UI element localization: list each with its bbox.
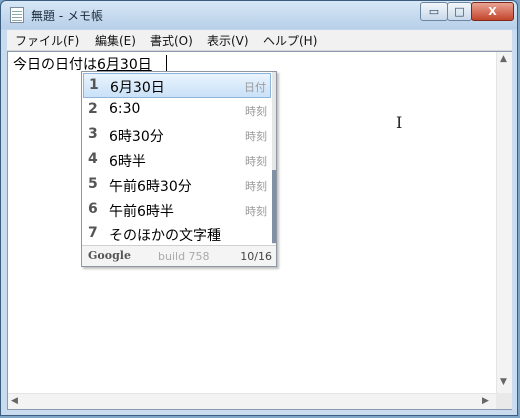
scrollbar-corner (496, 393, 512, 409)
candidate-text: 午前6時半 (109, 204, 174, 220)
candidate-row-2[interactable]: 2 6:30 時刻 (83, 98, 271, 123)
menu-file[interactable]: ファイル(F) (15, 32, 79, 49)
candidate-index: 6 (88, 201, 98, 217)
candidate-index: 3 (88, 126, 98, 142)
vertical-scrollbar[interactable]: ▲ ▼ (496, 52, 512, 393)
menu-bar: ファイル(F) 編集(E) 書式(O) 表示(V) ヘルプ(H) (7, 30, 512, 51)
candidate-row-6[interactable]: 6 午前6時半 時刻 (83, 198, 271, 223)
minimize-button[interactable]: ▭ (420, 2, 448, 21)
candidate-annotation: 時刻 (245, 130, 267, 143)
maximize-button[interactable]: □ (447, 2, 472, 21)
candidate-row-1[interactable]: 1 6月30日 日付 (83, 73, 271, 98)
candidate-row-4[interactable]: 4 6時半 時刻 (83, 148, 271, 173)
ibeam-cursor-icon: I (396, 113, 403, 132)
candidate-position: 10/16 (240, 250, 272, 263)
menu-help[interactable]: ヘルプ(H) (263, 32, 317, 49)
notepad-icon[interactable] (10, 7, 24, 23)
candidate-text: 6時半 (109, 154, 146, 170)
candidate-scrollbar[interactable] (272, 72, 276, 244)
build-label: build 758 (158, 250, 210, 263)
candidate-index: 7 (88, 225, 98, 241)
candidate-row-5[interactable]: 5 午前6時30分 時刻 (83, 173, 271, 198)
title-bar[interactable]: 無題 - メモ帳 ▭ □ X (1, 1, 517, 29)
candidate-index: 5 (88, 176, 98, 192)
scroll-right-arrow-icon[interactable]: ▶ (482, 396, 489, 406)
candidate-text: そのほかの文字種 (109, 228, 221, 244)
candidate-row-3[interactable]: 3 6時30分 時刻 (83, 123, 271, 148)
candidate-row-7[interactable]: 7 そのほかの文字種 (83, 222, 271, 247)
notepad-window: 無題 - メモ帳 ▭ □ X ファイル(F) 編集(E) 書式(O) 表示(V)… (0, 0, 518, 416)
candidate-text: 6月30日 (110, 80, 165, 96)
candidate-index: 4 (88, 151, 98, 167)
text-caret (166, 55, 167, 71)
window-title: 無題 - メモ帳 (31, 9, 103, 23)
candidate-index: 2 (88, 101, 98, 117)
candidate-scroll-thumb[interactable] (272, 170, 276, 243)
close-button[interactable]: X (471, 2, 514, 21)
scroll-down-arrow-icon[interactable]: ▼ (500, 377, 507, 387)
google-logo: Google (88, 249, 131, 262)
candidate-annotation: 時刻 (245, 205, 267, 218)
candidate-text: 6時30分 (109, 129, 164, 145)
candidate-annotation: 時刻 (245, 180, 267, 193)
scroll-up-arrow-icon[interactable]: ▲ (500, 54, 507, 64)
horizontal-scrollbar[interactable]: ◀ ▶ (8, 393, 496, 409)
menu-format[interactable]: 書式(O) (150, 32, 193, 49)
scroll-left-arrow-icon[interactable]: ◀ (11, 396, 18, 406)
candidate-annotation: 時刻 (245, 105, 267, 118)
candidate-text: 6:30 (109, 101, 141, 117)
candidate-annotation: 時刻 (245, 155, 267, 168)
menu-view[interactable]: 表示(V) (207, 32, 249, 49)
menu-edit[interactable]: 編集(E) (95, 32, 136, 49)
candidate-index: 1 (89, 77, 99, 93)
candidate-text: 午前6時30分 (109, 179, 192, 195)
candidate-annotation: 日付 (244, 81, 266, 94)
ime-candidate-window: 1 6月30日 日付 2 6:30 時刻 3 6時30分 時刻 4 6時半 時刻… (81, 71, 277, 267)
candidate-footer: Google build 758 10/16 (82, 245, 276, 266)
